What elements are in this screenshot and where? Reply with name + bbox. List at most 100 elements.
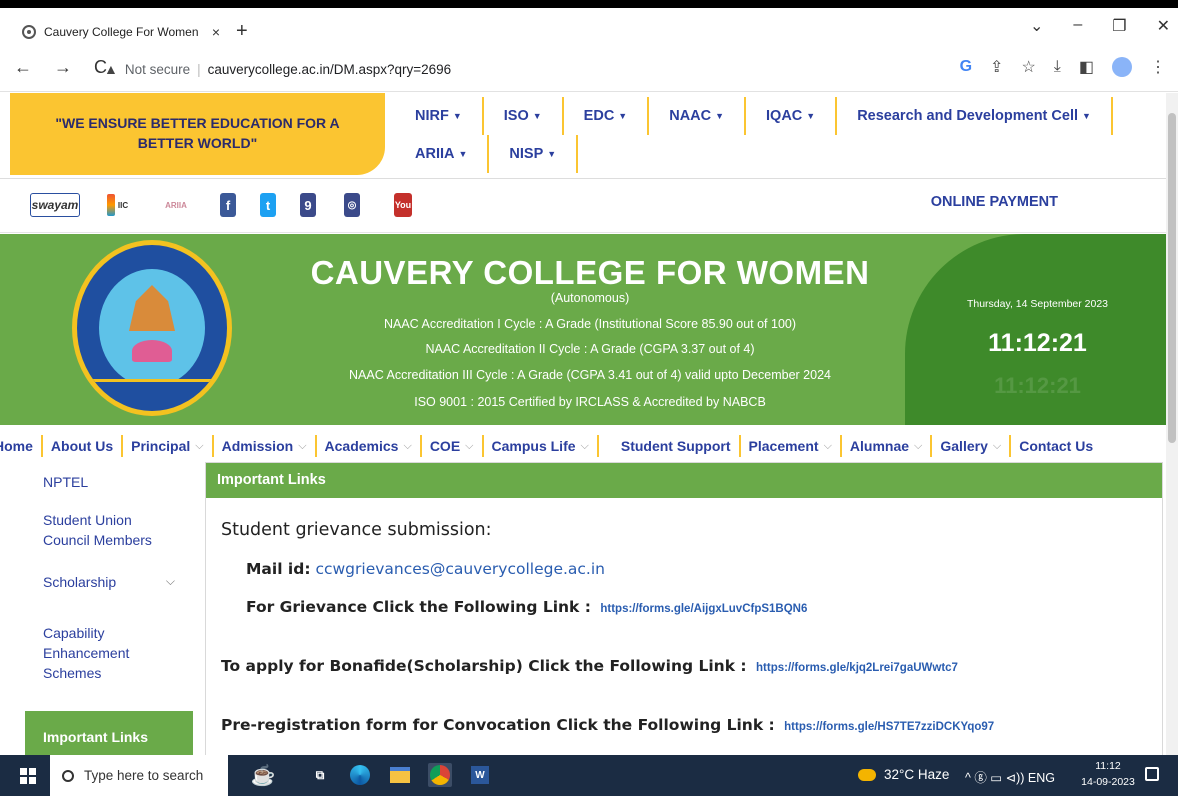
college-banner: CAUVERY COLLEGE FOR WOMEN (Autonomous) N… — [0, 234, 1166, 425]
iic-logo[interactable]: IIC — [90, 193, 145, 217]
tab-close-button[interactable]: × — [212, 24, 220, 40]
location-icon[interactable]: 9 — [300, 193, 316, 217]
nav-item-campus-life[interactable]: Campus Life ⌵ — [484, 435, 599, 457]
sidebar-item-scholarship[interactable]: Scholarship ⌵ — [25, 561, 193, 603]
new-tab-button[interactable]: + — [236, 20, 248, 43]
chevron-down-icon: ⌵ — [580, 439, 589, 452]
nav-item-home[interactable]: Home — [0, 435, 43, 457]
profile-avatar[interactable] — [1112, 57, 1132, 77]
chrome-icon[interactable] — [428, 763, 452, 787]
tea-cup-icon[interactable]: ☕ — [238, 763, 288, 787]
top-menu-label: NAAC — [669, 108, 712, 124]
sidebar-item-student-union[interactable]: Student Union Council Members — [25, 499, 193, 561]
nav-item-contact-us[interactable]: Contact Us — [1011, 435, 1101, 457]
file-explorer-icon[interactable] — [388, 763, 412, 787]
nav-item-label: COE — [429, 438, 461, 454]
nav-item-label: Principal — [131, 438, 191, 454]
ariia-logo[interactable]: ARIIA — [150, 193, 202, 217]
restore-button[interactable]: ❐ — [1112, 16, 1126, 36]
facebook-icon[interactable]: f — [220, 193, 236, 217]
top-menu-iqac[interactable]: IQAC ▼ — [746, 97, 838, 135]
nav-item-placement[interactable]: Placement ⌵ — [741, 435, 842, 457]
url-text: cauverycollege.ac.in/DM.aspx?qry=2696 — [207, 61, 452, 77]
tab-search-button[interactable]: ⌄ — [1030, 16, 1043, 36]
close-window-button[interactable]: ✕ — [1157, 16, 1170, 36]
nav-item-label: Home — [0, 438, 33, 454]
sidebar-item-capability[interactable]: Capability Enhancement Schemes — [25, 603, 193, 703]
top-menu-edc[interactable]: EDC ▼ — [564, 97, 650, 135]
forward-button[interactable]: → — [54, 57, 72, 78]
youtube-icon[interactable]: You — [394, 193, 412, 217]
caret-down-icon: ▼ — [452, 111, 462, 121]
online-payment-link[interactable]: ONLINE PAYMENT — [931, 194, 1058, 210]
page-scrollbar[interactable] — [1166, 93, 1178, 755]
nav-item-gallery[interactable]: Gallery ⌵ — [932, 435, 1012, 457]
top-menu-naac[interactable]: NAAC ▼ — [649, 97, 747, 135]
top-menu-ariia[interactable]: ARIIA ▼ — [395, 135, 490, 173]
sidebar-item-important-links[interactable]: Important Links — [25, 711, 193, 755]
nav-item-coe[interactable]: COE ⌵ — [422, 435, 484, 457]
warning-icon[interactable]: ▲ — [104, 61, 118, 77]
edge-icon[interactable] — [348, 763, 372, 787]
caret-down-icon: ▼ — [532, 111, 542, 121]
nav-item-label: Placement — [748, 438, 819, 454]
nav-item-label: Gallery — [940, 438, 988, 454]
caret-down-icon: ▼ — [715, 111, 725, 121]
weather-widget[interactable]: 32°C Haze — [858, 767, 949, 782]
taskbar-search-input[interactable]: Type here to search — [50, 755, 228, 796]
minimize-button[interactable]: – — [1073, 16, 1082, 36]
windows-start-icon[interactable] — [20, 768, 36, 784]
convocation-form-link[interactable]: https://forms.gle/HS7TE7zziDCKYqo97 — [784, 721, 994, 733]
scrollbar-thumb[interactable] — [1168, 113, 1176, 443]
main-navigation: Home About Us Principal ⌵ Admission⌵Academic… — [0, 431, 1166, 461]
clock-date: 14-09-2023 — [1081, 775, 1135, 788]
back-button[interactable]: ← — [14, 57, 32, 78]
download-icon[interactable]: ⤓ — [1054, 58, 1061, 76]
nav-item-about-us[interactable]: About Us — [43, 435, 124, 457]
task-view-icon[interactable]: ⧉ — [308, 763, 332, 787]
accreditation-line: NAAC Accreditation III Cycle : A Grade (… — [349, 368, 831, 382]
word-icon[interactable]: W — [468, 763, 492, 787]
chevron-down-icon: ⌵ — [165, 574, 175, 589]
bookmark-star-icon[interactable]: ☆ — [1021, 57, 1035, 77]
system-tray[interactable]: ^ ⓖ ▭ ⊲)) ENG — [965, 767, 1055, 786]
instagram-icon[interactable]: ◎ — [344, 193, 360, 217]
top-menu-nisp[interactable]: NISP ▼ — [489, 135, 579, 173]
chevron-down-icon: ⌵ — [195, 439, 204, 452]
caret-down-icon: ▼ — [547, 149, 557, 159]
sidebar-item-nptel[interactable]: NPTEL — [25, 465, 193, 499]
top-menu-row-2: ARIIA ▼ NISP ▼ — [395, 135, 1115, 173]
mail-link[interactable]: ccwgrievances@cauverycollege.ac.in — [315, 560, 605, 578]
nav-item-academics[interactable]: Academics ⌵ — [317, 435, 422, 457]
notification-icon[interactable] — [1145, 767, 1159, 781]
current-time: 11:12:21 — [988, 329, 1087, 357]
nav-item-student-support[interactable]: Student Support — [599, 435, 741, 457]
toolbar-icons: G ⇪ ☆ ⤓ ◧ ⋮ — [960, 57, 1166, 77]
convocation-text: Pre-registration form for Convocation Cl… — [221, 716, 775, 734]
caret-down-icon: ▼ — [458, 149, 468, 159]
side-panel-icon[interactable]: ◧ — [1079, 57, 1094, 77]
chevron-down-icon: ⌵ — [992, 439, 1002, 452]
swayam-logo[interactable]: swayam — [30, 193, 80, 217]
sidebar: NPTEL Student Union Council Members Scho… — [25, 465, 193, 755]
top-menu-iso[interactable]: ISO ▼ — [484, 97, 564, 135]
nav-item-alumnae[interactable]: Alumnae ⌵ — [842, 435, 933, 457]
chevron-down-icon: ⌵ — [403, 439, 412, 452]
menu-kebab-icon[interactable]: ⋮ — [1150, 57, 1166, 77]
convocation-line: Pre-registration form for Convocation Cl… — [221, 716, 994, 734]
nav-item-principal[interactable]: Principal ⌵ — [123, 435, 214, 457]
nav-item-admission[interactable]: Admission ⌵ — [214, 435, 317, 457]
share-icon[interactable]: ⇪ — [990, 57, 1003, 77]
taskbar-clock[interactable]: 11:12 14-09-2023 — [1078, 759, 1138, 791]
nav-item-label: About Us — [50, 438, 114, 454]
chevron-down-icon: ⌵ — [823, 439, 832, 452]
top-menu-label: Research and Development Cell — [857, 108, 1079, 124]
top-menu-research-and-development-cell[interactable]: Research and Development Cell ▼ — [837, 97, 1113, 135]
browser-tab[interactable]: Cauvery College For Women × — [14, 18, 228, 45]
bonafide-form-link[interactable]: https://forms.gle/kjq2Lrei7gaUWwtc7 — [756, 662, 958, 674]
grievance-form-link[interactable]: https://forms.gle/AijgxLuvCfpS1BQN6 — [600, 603, 807, 615]
top-menu-nirf[interactable]: NIRF ▼ — [395, 97, 484, 135]
twitter-icon[interactable]: t — [260, 193, 276, 217]
not-secure-label: Not secure — [124, 61, 191, 77]
google-translate-icon[interactable]: G — [960, 58, 972, 76]
